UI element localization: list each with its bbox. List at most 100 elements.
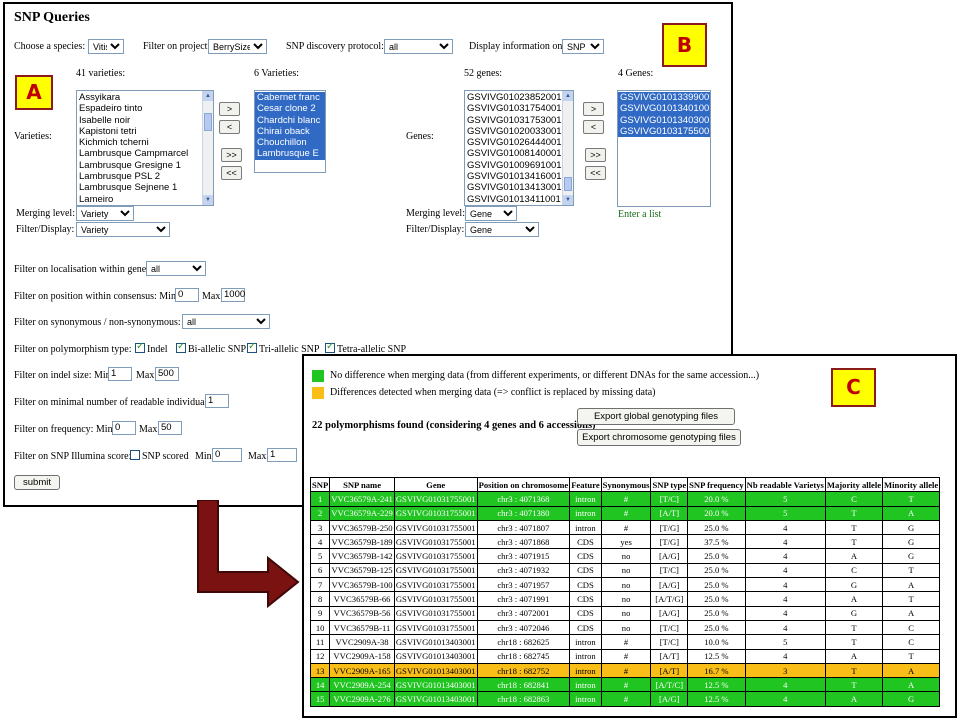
scroll-down-icon[interactable]: ▼ [563,195,573,205]
table-cell: VVC36579B-66 [329,591,395,607]
export-chromosome-button[interactable]: Export chromosome genotyping files [577,429,741,446]
species-select[interactable]: Vitis [88,39,124,54]
variety-option[interactable]: Kichmich tcherni [77,137,213,148]
tri-allelic-checkbox[interactable] [247,341,257,353]
table-cell: intron [569,634,602,650]
readable-input[interactable]: 1 [205,394,229,408]
table-cell: T [824,677,884,693]
selected-gene-option[interactable]: GSVIVG01013403001 [618,114,710,126]
indel-size-min-input[interactable]: 1 [108,367,132,381]
variety-option[interactable]: Assyikara [77,92,213,103]
genes-selected-list[interactable]: GSVIVG01013399001 GSVIVG01013401001 GSVIVG… [617,90,711,207]
gene-option[interactable]: GSVIVG01008140001 [465,148,573,159]
variety-option[interactable]: Lambrusque Campmarcel [77,148,213,159]
gene-option[interactable]: GSVIVG01013411001 [465,194,573,205]
scroll-up-icon[interactable]: ▲ [563,91,573,101]
selected-variety-option[interactable]: Lambrusque E [255,148,325,160]
position-max-input[interactable]: 1000 [221,288,245,302]
display-on-select[interactable]: SNP [562,39,604,54]
add-gene-button[interactable]: > [583,102,604,116]
gene-option[interactable]: GSVIVG01020033001 [465,126,573,137]
scroll-thumb[interactable] [204,113,212,131]
variety-option[interactable]: Lambrusque Gresigne 1 [77,160,213,171]
variety-filter-select[interactable]: Variety [76,222,170,237]
add-all-varieties-button[interactable]: >> [221,148,242,162]
variety-option[interactable]: Espadeiro tinto [77,103,213,114]
remove-all-genes-button[interactable]: << [585,166,606,180]
gene-option[interactable]: GSVIVG01031753001 [465,115,573,126]
remove-variety-button[interactable]: < [219,120,240,134]
export-global-button[interactable]: Export global genotyping files [577,408,735,425]
genes-scrollbar[interactable]: ▲ ▼ [562,91,573,205]
gene-merging-select[interactable]: Gene [465,206,517,221]
table-row: 7 VVC36579B-100 GSVIVG01031755001 chr3 : 40… [309,577,941,593]
variety-option[interactable]: Lambrusque Sejnene 1 [77,182,213,193]
table-cell: 15 [309,691,331,707]
frequency-max-input[interactable]: 50 [158,421,182,435]
gene-option[interactable]: GSVIVG01013413001 [465,182,573,193]
remove-gene-button[interactable]: < [583,120,604,134]
table-cell: 16.7 % [687,662,746,679]
selected-variety-option[interactable]: Chouchillon [255,137,325,149]
table-cell: # [600,662,652,679]
project-select[interactable]: BerrySize [208,39,267,54]
genes-available-list[interactable]: GSVIVG01023852001 GSVIVG01031754001 GSVIVG… [464,90,574,206]
variety-option[interactable]: Lameiro [77,194,213,205]
submit-button[interactable]: submit [14,475,60,490]
table-cell: [A/T/C] [650,677,689,693]
variety-option[interactable]: Lambrusque PSL 2 [77,171,213,182]
table-cell: CDS [569,577,602,593]
gene-filter-select[interactable]: Gene [465,222,539,237]
gene-option[interactable]: GSVIVG01009691001 [465,160,573,171]
indel-checkbox[interactable] [135,341,145,353]
selected-gene-option[interactable]: GSVIVG01013401001 [618,103,710,115]
table-cell: 5 [309,548,331,564]
scroll-down-icon[interactable]: ▼ [203,195,213,205]
table-cell: 12 [309,648,331,664]
add-all-genes-button[interactable]: >> [585,148,606,162]
enter-list-link[interactable]: Enter a list [618,209,661,220]
selected-gene-option[interactable]: GSVIVG01013399001 [618,92,710,104]
table-cell: T [824,662,884,679]
add-variety-button[interactable]: > [219,102,240,116]
position-min-input[interactable]: 0 [175,288,199,302]
table-cell: chr18 : 682752 [476,662,571,679]
gene-option[interactable]: GSVIVG01023852001 [465,92,573,103]
remove-all-varieties-button[interactable]: << [221,166,242,180]
label-b-badge: B [662,23,707,67]
varieties-selected-list[interactable]: Cabernet franc Cesar clone 2 Chardchi blan… [254,90,326,173]
gene-option[interactable]: GSVIVG01031754001 [465,103,573,114]
table-cell: VVC2909A-158 [329,648,395,664]
gene-option[interactable]: GSVIVG01026444001 [465,137,573,148]
selected-gene-option[interactable]: GSVIVG01031755001 [618,125,710,138]
synonymous-select[interactable]: all [182,314,270,329]
illumina-min-input[interactable]: 0 [212,448,242,462]
scroll-up-icon[interactable]: ▲ [203,91,213,101]
selected-variety-option[interactable]: Cabernet franc [255,92,325,104]
variety-option[interactable]: Kapistoni tetri [77,126,213,137]
varieties-available-list[interactable]: Assyikara Espadeiro tinto Isabelle noir Kap… [76,90,214,206]
scroll-thumb[interactable] [564,177,572,191]
localisation-select[interactable]: all [146,261,206,276]
indel-size-max-input[interactable]: 500 [155,367,179,381]
varieties-scrollbar[interactable]: ▲ ▼ [202,91,213,205]
tetra-allelic-checkbox[interactable] [325,341,335,353]
column-header: SNP name [329,476,395,493]
frequency-min-input[interactable]: 0 [112,421,136,435]
table-cell: T [824,634,884,650]
variety-option[interactable]: Isabelle noir [77,115,213,126]
table-cell: chr3 : 4071868 [476,534,571,550]
illumina-max-input[interactable]: 1 [267,448,297,462]
table-row: 9 VVC36579B-56 GSVIVG01031755001 chr3 : 407… [309,605,941,621]
gene-option[interactable]: GSVIVG01013416001 [465,171,573,182]
species-label: Choose a species: [14,41,86,52]
bi-allelic-checkbox[interactable] [176,341,186,353]
selected-variety-option[interactable]: Chardchi blanc [255,114,325,126]
selected-variety-option[interactable]: Cesar clone 2 [255,103,325,115]
protocol-select[interactable]: all [384,39,453,54]
table-cell: chr3 : 4071991 [476,591,571,607]
selected-variety-option[interactable]: Chirai oback [255,125,325,138]
snp-scored-checkbox[interactable] [130,450,140,460]
table-cell: [T/C] [650,634,689,650]
variety-merging-select[interactable]: Variety [76,206,134,221]
